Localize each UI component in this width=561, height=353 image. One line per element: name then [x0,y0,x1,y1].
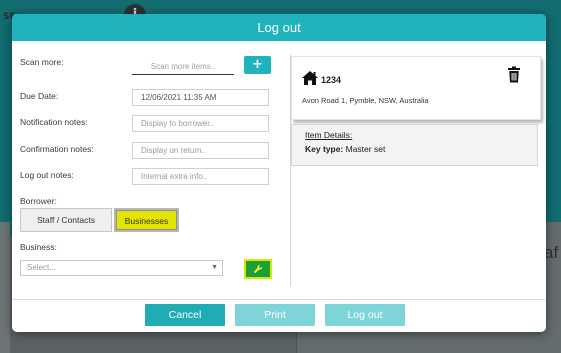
scan-more-input[interactable]: Scan more items.. [132,59,234,75]
borrower-label: Borrower: [20,196,57,206]
item-details-title: Item Details: [305,130,353,140]
confirmation-notes-field[interactable]: Display on return.. [132,142,269,159]
borrower-staff-contacts-button[interactable]: Staff / Contacts [20,208,112,232]
item-address: Avon Road 1, Pymble, NSW, Australia [302,96,429,105]
chevron-down-icon: ▼ [211,264,218,271]
background-panel [0,222,10,353]
footer-divider [12,299,546,300]
borrower-businesses-button[interactable]: Businesses [114,208,179,232]
modal-title: Log out [12,14,546,41]
cancel-button[interactable]: Cancel [145,304,225,326]
trash-icon[interactable] [507,66,521,83]
logout-notes-label: Log out notes: [20,170,74,180]
add-scan-button[interactable]: + [244,56,271,74]
plus-icon: + [252,57,263,72]
item-details-panel: Item Details: Key type: Master set [291,124,538,166]
item-number: 1234 [321,75,342,85]
notification-notes-field[interactable]: Display to borrower.. [132,115,269,132]
key-type-row: Key type: Master set [305,144,385,154]
background-text: af [544,243,559,262]
home-icon [302,71,318,85]
logout-notes-field[interactable]: Internal extra info.. [132,168,269,185]
business-label: Business: [20,242,57,252]
business-select-value: Select... [27,263,56,272]
wrench-icon [253,264,263,274]
notification-notes-label: Notification notes: [20,117,88,127]
confirmation-notes-label: Confirmation notes: [20,144,94,154]
print-button[interactable]: Print [235,304,315,326]
key-type-value: Master set [345,144,386,154]
logout-button[interactable]: Log out [325,304,405,326]
logout-modal: Log out Scan more: Scan more items.. + D… [12,14,546,332]
business-settings-button[interactable] [244,259,272,279]
item-card: 1234 Avon Road 1, Pymble, NSW, Australia [291,56,541,120]
due-date-label: Due Date: [20,91,59,101]
scan-more-label: Scan more: [20,57,64,67]
key-type-label: Key type: [305,144,346,154]
due-date-field[interactable]: 12/06/2021 11:35 AM [132,89,269,106]
business-select[interactable]: Select... ▼ [20,260,223,276]
